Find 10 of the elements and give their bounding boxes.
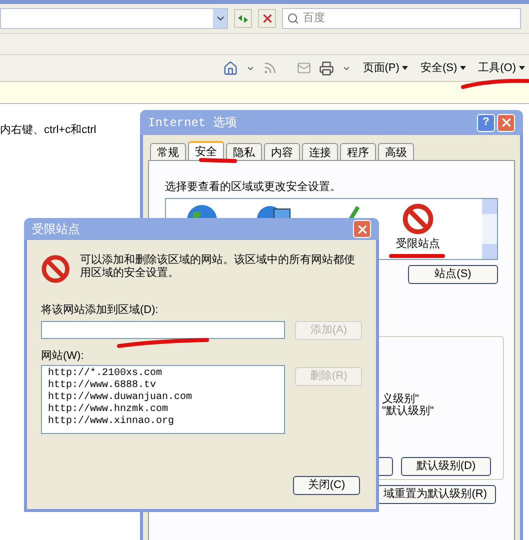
zone-prompt: 选择要查看的区域或更改安全设置。 — [165, 180, 342, 195]
window-title: Internet 选项 — [148, 114, 237, 132]
description-text: 可以添加和删除该区域的网站。该区域中的所有网站都使用区域的安全设置。 — [80, 254, 356, 280]
level-text: 义级别" — [382, 392, 420, 404]
level-text: "默认级别" — [382, 404, 435, 416]
field-label: 将该网站添加到区域(D): — [41, 302, 160, 318]
page-text: 内右键、ctrl+c和ctrl — [0, 123, 96, 138]
search-input: 百度 — [303, 10, 516, 27]
field-label: 网站(W): — [41, 348, 85, 364]
window-title: 受限站点 — [32, 221, 80, 238]
